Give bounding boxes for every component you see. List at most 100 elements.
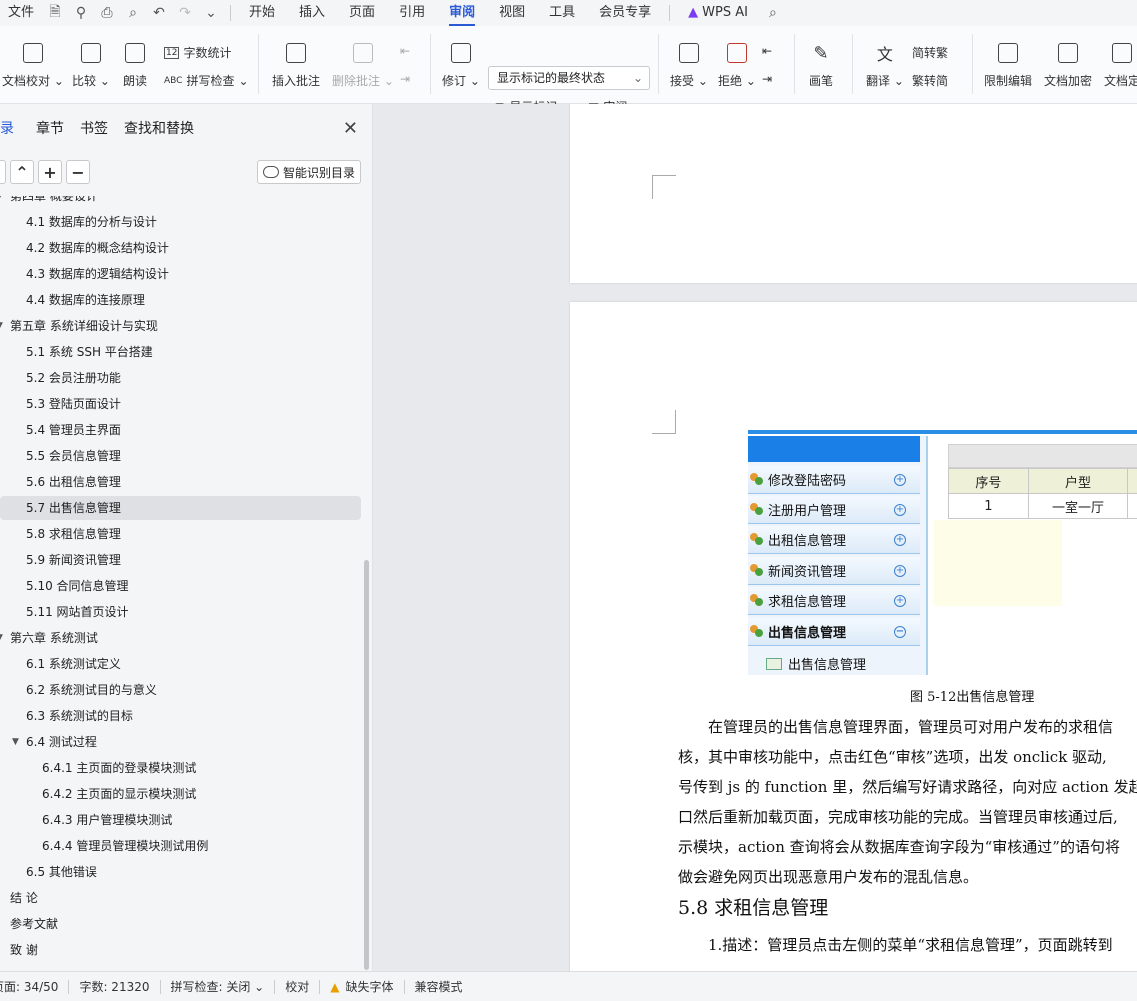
tab-home[interactable]: 开始 bbox=[237, 0, 287, 26]
more-icon[interactable]: ⌄ bbox=[198, 0, 224, 26]
undo-icon[interactable]: ↶ bbox=[146, 0, 172, 26]
toc-item[interactable]: 6.4.3 用户管理模块测试 bbox=[0, 808, 361, 832]
toc-item[interactable]: 5.6 出租信息管理 bbox=[0, 470, 361, 494]
translate-button[interactable]: 文 翻译 ⌄ bbox=[866, 26, 904, 89]
pen-label: 画笔 bbox=[808, 74, 833, 88]
scrollbar[interactable] bbox=[364, 560, 369, 970]
word-count[interactable]: 字数: 21320 bbox=[69, 978, 159, 995]
toc-item[interactable]: 5.2 会员注册功能 bbox=[0, 366, 361, 390]
divider bbox=[658, 34, 659, 94]
print-icon[interactable]: ⎙ bbox=[94, 0, 120, 26]
toc-item[interactable]: 6.4.4 管理员管理模块测试用例 bbox=[0, 834, 361, 858]
tab-chapter[interactable]: 章节 bbox=[28, 118, 72, 138]
expand-arrow-icon[interactable]: ▼ bbox=[0, 196, 3, 208]
toc-item[interactable]: 5.3 登陆页面设计 bbox=[0, 392, 361, 416]
tab-insert[interactable]: 插入 bbox=[287, 0, 337, 26]
toc-item[interactable]: 致 谢 bbox=[0, 938, 361, 962]
save-icon[interactable]: 🗎 bbox=[42, 0, 68, 26]
toc-item[interactable]: 5.4 管理员主界面 bbox=[0, 418, 361, 442]
redo-icon[interactable]: ↷ bbox=[172, 0, 198, 26]
read-aloud-button[interactable]: 朗读 bbox=[122, 26, 148, 89]
track-changes-button[interactable]: 修订 ⌄ bbox=[442, 26, 480, 89]
doc-check-button[interactable]: 文档校对 ⌄ bbox=[2, 26, 64, 89]
word-count-button[interactable]: 12 字数统计 bbox=[164, 44, 231, 61]
page-indicator[interactable]: 页面: 34/50 bbox=[0, 978, 68, 995]
toc-item[interactable]: 4.4 数据库的连接原理 bbox=[0, 288, 361, 312]
compare-button[interactable]: 比较 ⌄ bbox=[72, 26, 110, 89]
insert-comment-button[interactable]: 插入批注 bbox=[272, 26, 320, 89]
toc-item[interactable]: 6.1 系统测试定义 bbox=[0, 652, 361, 676]
toc-item[interactable]: 5.9 新闻资讯管理 bbox=[0, 548, 361, 572]
divider bbox=[972, 34, 973, 94]
toc-item[interactable]: 6.4.1 主页面的登录模块测试 bbox=[0, 756, 361, 780]
to-simplified-button[interactable]: 繁转简 bbox=[912, 72, 948, 89]
toc-item[interactable]: 6.2 系统测试目的与意义 bbox=[0, 678, 361, 702]
remove-icon[interactable]: − bbox=[66, 160, 90, 184]
users-icon bbox=[748, 624, 766, 639]
tab-tools[interactable]: 工具 bbox=[537, 0, 587, 26]
tab-references[interactable]: 引用 bbox=[387, 0, 437, 26]
tab-review[interactable]: 审阅 bbox=[437, 0, 487, 26]
toc-item[interactable]: ▼ 第六章 系统测试 bbox=[0, 626, 361, 650]
toc-item[interactable]: 结 论 bbox=[0, 886, 361, 910]
toc-item[interactable]: 4.2 数据库的概念结构设计 bbox=[0, 236, 361, 260]
nav-tabs: 录 章节 书签 查找和替换 bbox=[0, 104, 373, 152]
pen-button[interactable]: ✎ 画笔 bbox=[808, 26, 834, 89]
toc-item[interactable]: ▼ 第五章 系统详细设计与实现 bbox=[0, 314, 361, 338]
tab-member[interactable]: 会员专享 bbox=[587, 0, 663, 26]
tab-toc[interactable]: 录 bbox=[0, 118, 22, 138]
expand-arrow-icon[interactable]: ▼ bbox=[0, 314, 3, 338]
toc-item[interactable]: 4.3 数据库的逻辑结构设计 bbox=[0, 262, 361, 286]
next-comment-icon[interactable]: ⇥ bbox=[400, 72, 410, 86]
share-icon[interactable]: ⚲ bbox=[68, 0, 94, 26]
smart-toc-button[interactable]: 智能识别目录 bbox=[257, 160, 361, 184]
search-icon[interactable]: ⌕ bbox=[760, 0, 786, 26]
close-icon[interactable]: ✕ bbox=[343, 118, 358, 139]
proofread-button[interactable]: 校对 bbox=[275, 978, 319, 995]
prev-change-icon[interactable]: ⇤ bbox=[762, 44, 772, 58]
expand-arrow-icon[interactable]: ▼ bbox=[12, 730, 19, 754]
delete-comment-button[interactable]: 删除批注 ⌄ bbox=[332, 26, 394, 89]
collapse-level-button[interactable] bbox=[0, 160, 6, 184]
accept-button[interactable]: 接受 ⌄ bbox=[670, 26, 708, 89]
lock-document-icon bbox=[995, 40, 1021, 66]
divider bbox=[258, 34, 259, 94]
markup-state-select[interactable]: 显示标记的最终状态 ⌄ bbox=[488, 66, 650, 90]
toc-item[interactable]: 参考文献 bbox=[0, 912, 361, 936]
toc-item-label: 5.7 出售信息管理 bbox=[26, 501, 121, 515]
toc-item[interactable]: 6.3 系统测试的目标 bbox=[0, 704, 361, 728]
toc-item[interactable]: 6.5 其他错误 bbox=[0, 860, 361, 884]
toc-item[interactable]: 5.8 求租信息管理 bbox=[0, 522, 361, 546]
plus-icon: + bbox=[894, 594, 906, 607]
toc-item[interactable]: 5.5 会员信息管理 bbox=[0, 444, 361, 468]
missing-font-button[interactable]: ▲ 缺失字体 bbox=[320, 978, 403, 995]
toc-item[interactable]: 4.1 数据库的分析与设计 bbox=[0, 210, 361, 234]
prev-comment-icon[interactable]: ⇤ bbox=[400, 44, 410, 58]
toc-item[interactable]: 5.7 出售信息管理 bbox=[0, 496, 361, 520]
tab-page[interactable]: 页面 bbox=[337, 0, 387, 26]
toc-item[interactable]: ▼ 6.4 测试过程 bbox=[0, 730, 361, 754]
add-icon[interactable]: + bbox=[38, 160, 62, 184]
figure-top-bar bbox=[748, 430, 1137, 434]
file-menu[interactable]: 文件 bbox=[0, 0, 42, 26]
toc-item[interactable]: 5.11 网站首页设计 bbox=[0, 600, 361, 624]
expand-arrow-icon[interactable]: ▼ bbox=[0, 626, 3, 650]
restrict-edit-button[interactable]: 限制编辑 bbox=[984, 26, 1032, 89]
doc-final-button[interactable]: 文档定 bbox=[1104, 26, 1137, 89]
next-change-icon[interactable]: ⇥ bbox=[762, 72, 772, 86]
tab-view[interactable]: 视图 bbox=[487, 0, 537, 26]
reject-button[interactable]: 拒绝 ⌄ bbox=[718, 26, 756, 89]
tab-bookmark[interactable]: 书签 bbox=[72, 118, 116, 138]
move-up-icon[interactable]: ⌃ bbox=[10, 160, 34, 184]
toc-item[interactable]: 5.1 系统 SSH 平台搭建 bbox=[0, 340, 361, 364]
spell-check-status[interactable]: 拼写检查: 关闭 ⌄ bbox=[161, 978, 275, 995]
spell-check-button[interactable]: ABC 拼写检查 ⌄ bbox=[164, 72, 249, 89]
print-preview-icon[interactable]: ⌕ bbox=[120, 0, 146, 26]
wps-ai-button[interactable]: ▲ WPS AI bbox=[676, 0, 760, 26]
toc-item[interactable]: ▼ 第四章 概要设计 bbox=[0, 196, 361, 208]
to-traditional-button[interactable]: 简转繁 bbox=[912, 44, 948, 61]
encrypt-button[interactable]: 文档加密 bbox=[1044, 26, 1092, 89]
tab-find-replace[interactable]: 查找和替换 bbox=[116, 118, 202, 138]
toc-item[interactable]: 6.4.2 主页面的显示模块测试 bbox=[0, 782, 361, 806]
toc-item[interactable]: 5.10 合同信息管理 bbox=[0, 574, 361, 598]
